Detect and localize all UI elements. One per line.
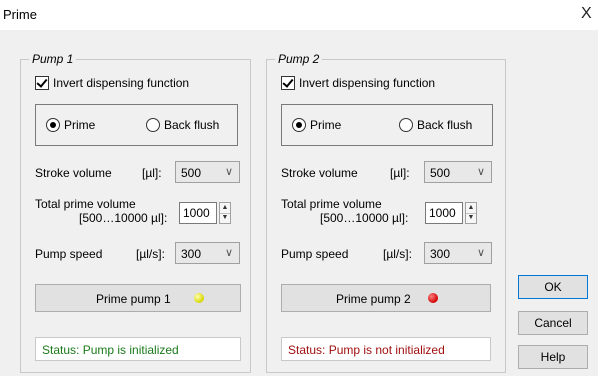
pump1-stroke-label: Stroke volume bbox=[35, 166, 112, 180]
pump2-stroke-label: Stroke volume bbox=[281, 166, 358, 180]
pump2-mode-box: Prime Back flush bbox=[281, 104, 493, 146]
pump1-invert-label: Invert dispensing function bbox=[53, 76, 190, 90]
dialog-body: Pump 1 Invert dispensing function Prime … bbox=[0, 30, 598, 376]
radio-unselected-icon bbox=[399, 118, 413, 132]
pump2-spin-buttons: ▲ ▼ bbox=[465, 202, 477, 224]
status-led-icon bbox=[428, 293, 438, 303]
arrow-down-icon[interactable]: ▼ bbox=[220, 213, 230, 223]
pump1-spin-buttons: ▲ ▼ bbox=[219, 202, 231, 224]
pump2-stroke-value: 500 bbox=[430, 166, 451, 180]
pump2-invert-label: Invert dispensing function bbox=[299, 76, 436, 90]
pump2-group: Pump 2 Invert dispensing function Prime … bbox=[266, 52, 506, 373]
arrow-down-icon[interactable]: ▼ bbox=[466, 213, 476, 223]
pump2-speed-label: Pump speed bbox=[281, 247, 349, 261]
pump2-speed-select[interactable]: 300 ∨ bbox=[424, 242, 492, 264]
pump2-group-label: Pump 2 bbox=[275, 52, 323, 66]
pump1-group: Pump 1 Invert dispensing function Prime … bbox=[20, 52, 251, 373]
help-button[interactable]: Help bbox=[518, 345, 588, 369]
prime-pump-1-label: Prime pump 1 bbox=[96, 292, 171, 306]
pump1-total-range: [500…10000 µl]: bbox=[79, 211, 168, 225]
pump1-stroke-select[interactable]: 500 ∨ bbox=[175, 161, 240, 183]
pump1-speed-unit: [µl/s]: bbox=[136, 247, 165, 261]
pump1-total-label: Total prime volume bbox=[35, 197, 136, 211]
pump1-radio-backflush[interactable]: Back flush bbox=[146, 118, 219, 132]
chevron-down-icon: ∨ bbox=[224, 247, 233, 259]
radio-selected-icon bbox=[46, 118, 60, 132]
checkmark-icon bbox=[36, 76, 48, 88]
radio-unselected-icon bbox=[146, 118, 160, 132]
close-icon[interactable]: X bbox=[581, 5, 592, 23]
checkbox-icon bbox=[281, 76, 295, 90]
pump2-total-range: [500…10000 µl]: bbox=[320, 211, 409, 225]
pump1-total-input[interactable] bbox=[179, 202, 217, 224]
pump2-radio-backflush-label: Back flush bbox=[417, 118, 473, 132]
pump2-radio-prime[interactable]: Prime bbox=[292, 118, 341, 132]
pump2-radio-backflush[interactable]: Back flush bbox=[399, 118, 472, 132]
prime-pump-2-button[interactable]: Prime pump 2 bbox=[281, 284, 491, 312]
pump2-stroke-unit: [µl]: bbox=[390, 166, 410, 180]
prime-pump-1-button[interactable]: Prime pump 1 bbox=[35, 284, 241, 312]
pump1-status-box: Status: Pump is initialized bbox=[35, 337, 241, 361]
chevron-down-icon: ∨ bbox=[224, 166, 233, 178]
pump1-group-label: Pump 1 bbox=[29, 52, 77, 66]
pump2-status-box: Status: Pump is not initialized bbox=[281, 337, 491, 361]
pump2-speed-value: 300 bbox=[430, 247, 451, 261]
window-title: Prime bbox=[3, 7, 37, 22]
status-led-icon bbox=[194, 293, 204, 303]
checkmark-icon bbox=[282, 76, 294, 88]
pump1-stroke-value: 500 bbox=[181, 166, 202, 180]
pump2-invert-checkbox[interactable]: Invert dispensing function bbox=[281, 76, 435, 90]
pump2-radio-prime-label: Prime bbox=[310, 118, 342, 132]
pump1-status-text: Status: Pump is initialized bbox=[42, 343, 179, 357]
pump1-radio-backflush-label: Back flush bbox=[164, 118, 220, 132]
pump2-total-input[interactable] bbox=[425, 202, 463, 224]
pump1-radio-prime-label: Prime bbox=[64, 118, 96, 132]
prime-pump-2-label: Prime pump 2 bbox=[336, 292, 411, 306]
radio-selected-icon bbox=[292, 118, 306, 132]
pump1-total-spinner: ▲ ▼ bbox=[179, 202, 233, 224]
pump1-speed-value: 300 bbox=[181, 247, 202, 261]
pump1-speed-label: Pump speed bbox=[35, 247, 103, 261]
cancel-button[interactable]: Cancel bbox=[518, 311, 588, 335]
pump1-mode-box: Prime Back flush bbox=[35, 104, 238, 146]
pump1-speed-select[interactable]: 300 ∨ bbox=[175, 242, 240, 264]
pump2-stroke-select[interactable]: 500 ∨ bbox=[424, 161, 492, 183]
checkbox-icon bbox=[35, 76, 49, 90]
pump2-total-label: Total prime volume bbox=[281, 197, 382, 211]
pump2-total-spinner: ▲ ▼ bbox=[425, 202, 479, 224]
chevron-down-icon: ∨ bbox=[476, 247, 485, 259]
chevron-down-icon: ∨ bbox=[476, 166, 485, 178]
pump1-radio-prime[interactable]: Prime bbox=[46, 118, 95, 132]
ok-button[interactable]: OK bbox=[518, 275, 588, 299]
pump2-speed-unit: [µl/s]: bbox=[383, 247, 412, 261]
pump1-invert-checkbox[interactable]: Invert dispensing function bbox=[35, 76, 189, 90]
pump1-stroke-unit: [µl]: bbox=[142, 166, 162, 180]
pump2-status-text: Status: Pump is not initialized bbox=[288, 343, 445, 357]
title-bar: Prime X bbox=[0, 0, 598, 30]
